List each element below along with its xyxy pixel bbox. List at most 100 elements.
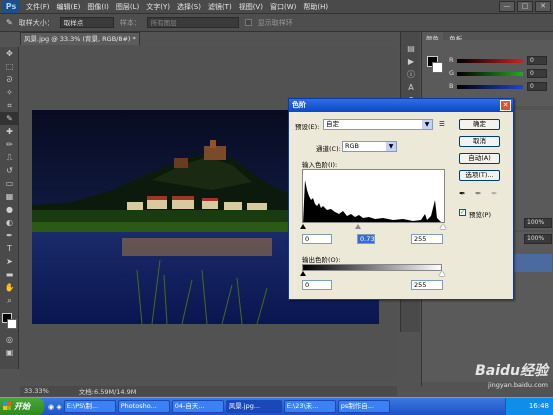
slider-g-track[interactable] bbox=[457, 72, 523, 76]
history-brush-icon[interactable]: ↺ bbox=[0, 164, 19, 177]
slider-b-value[interactable]: 0 bbox=[527, 82, 547, 91]
gradient-tool-icon[interactable]: ▦ bbox=[0, 190, 19, 203]
start-button[interactable]: 开始 bbox=[0, 398, 44, 415]
menu-edit[interactable]: 编辑(E) bbox=[57, 2, 81, 12]
taskbar: 开始 ◉ ◈ E:\PS\制... Photosho... 04-自天... 风… bbox=[0, 397, 553, 415]
gray-eyedropper-icon[interactable]: ✒ bbox=[475, 189, 482, 198]
options-button[interactable]: 选项(T)... bbox=[459, 170, 500, 181]
output-black-slider[interactable] bbox=[300, 271, 306, 276]
slider-g-label: G bbox=[449, 69, 455, 77]
slider-g[interactable]: G 0 bbox=[449, 69, 549, 79]
sample-layers-select[interactable]: 所有图层 bbox=[146, 17, 239, 28]
eyedropper-icon[interactable]: ✎ bbox=[0, 112, 19, 125]
menu-file[interactable]: 文件(F) bbox=[26, 2, 50, 12]
slider-b[interactable]: B 0 bbox=[449, 82, 549, 92]
background-color-swatch[interactable] bbox=[7, 319, 17, 329]
type-tool-icon[interactable]: T bbox=[0, 242, 19, 255]
taskbar-item[interactable]: E:\PS\制... bbox=[63, 400, 116, 413]
input-gamma-slider[interactable] bbox=[355, 224, 361, 229]
marquee-tool-icon[interactable]: ⬚ bbox=[0, 60, 19, 73]
white-eyedropper-icon[interactable]: ✒ bbox=[491, 189, 498, 198]
document-tab[interactable]: 风景.jpg @ 33.3% (背景, RGB/8#) * × bbox=[20, 32, 140, 45]
ok-button[interactable]: 确定 bbox=[459, 119, 500, 130]
output-black-field[interactable]: 0 bbox=[302, 280, 332, 290]
brush-tool-icon[interactable]: ✏ bbox=[0, 138, 19, 151]
taskbar-item[interactable]: Photosho... bbox=[117, 400, 170, 413]
input-white-slider[interactable] bbox=[440, 224, 446, 229]
chevron-down-icon: ▼ bbox=[422, 120, 432, 129]
channel-value: RGB bbox=[345, 142, 360, 150]
input-gamma-field[interactable]: 0.73 bbox=[357, 234, 375, 244]
clock[interactable]: 16:48 bbox=[529, 402, 549, 410]
pen-tool-icon[interactable]: ✒ bbox=[0, 229, 19, 242]
slider-b-track[interactable] bbox=[457, 85, 523, 89]
menu-image[interactable]: 图像(I) bbox=[87, 2, 109, 12]
slider-r-value[interactable]: 0 bbox=[527, 56, 547, 65]
preview-checkbox[interactable]: ✓ bbox=[459, 209, 466, 216]
output-white-slider[interactable] bbox=[439, 271, 445, 276]
black-eyedropper-icon[interactable]: ✒ bbox=[459, 189, 466, 198]
screen-mode-icon[interactable]: ▣ bbox=[0, 346, 19, 359]
blur-tool-icon[interactable]: ● bbox=[0, 203, 19, 216]
eyedropper-tool-icon[interactable]: ✎ bbox=[6, 18, 13, 27]
menu-filter[interactable]: 滤镜(T) bbox=[208, 2, 232, 12]
fill-field[interactable]: 100% bbox=[524, 234, 552, 244]
taskbar-item[interactable]: E:\23\未... bbox=[283, 400, 336, 413]
taskbar-item-active[interactable]: 风景.jpg... bbox=[225, 400, 282, 413]
dialog-title: 色阶 bbox=[289, 99, 513, 112]
history-panel-icon[interactable]: ▤ bbox=[401, 42, 421, 55]
quick-mask-icon[interactable]: ◎ bbox=[0, 333, 19, 346]
cancel-button[interactable]: 取消 bbox=[459, 136, 500, 147]
slider-g-value[interactable]: 0 bbox=[527, 69, 547, 78]
color-swatches[interactable] bbox=[0, 311, 18, 333]
menu-help[interactable]: 帮助(H) bbox=[303, 2, 328, 12]
dialog-close-button[interactable]: ✕ bbox=[500, 100, 511, 111]
actions-panel-icon[interactable]: ▶ bbox=[401, 55, 421, 68]
maximize-button[interactable]: □ bbox=[517, 1, 533, 12]
move-tool-icon[interactable]: ✥ bbox=[0, 47, 19, 60]
start-label: 开始 bbox=[14, 402, 30, 411]
close-button[interactable]: ✕ bbox=[535, 1, 551, 12]
input-black-field[interactable]: 0 bbox=[302, 234, 332, 244]
show-ring-checkbox[interactable] bbox=[244, 19, 252, 26]
output-white-field[interactable]: 255 bbox=[411, 280, 443, 290]
menu-layer[interactable]: 图层(L) bbox=[116, 2, 139, 12]
hand-tool-icon[interactable]: ✋ bbox=[0, 281, 19, 294]
lasso-tool-icon[interactable]: ᘐ bbox=[0, 73, 19, 86]
preset-options-icon[interactable]: ☰ bbox=[439, 120, 445, 128]
opacity-field[interactable]: 100% bbox=[524, 218, 552, 228]
clone-stamp-icon[interactable]: ⎍ bbox=[0, 151, 19, 164]
minimize-button[interactable]: — bbox=[499, 1, 515, 12]
slider-b-label: B bbox=[449, 82, 454, 90]
quick-launch-icons[interactable]: ◉ ◈ bbox=[48, 403, 62, 411]
preset-select[interactable]: 自定 ▼ bbox=[323, 119, 433, 130]
input-black-slider[interactable] bbox=[300, 224, 306, 229]
menu-type[interactable]: 文字(Y) bbox=[146, 2, 170, 12]
character-panel-icon[interactable]: A bbox=[401, 81, 421, 94]
zoom-tool-icon[interactable]: ⌕ bbox=[0, 294, 19, 307]
shape-tool-icon[interactable]: ▬ bbox=[0, 268, 19, 281]
taskbar-item[interactable]: ps制作自... bbox=[337, 400, 390, 413]
slider-r-label: R bbox=[449, 56, 454, 64]
watermark-brand: Baidu经验 bbox=[475, 363, 548, 379]
panel-background-swatch[interactable] bbox=[432, 62, 443, 73]
sample-size-select[interactable]: 取样点 bbox=[59, 17, 114, 28]
eraser-tool-icon[interactable]: ▭ bbox=[0, 177, 19, 190]
zoom-level[interactable]: 33.33% bbox=[24, 387, 49, 395]
taskbar-item[interactable]: 04-自天... bbox=[171, 400, 224, 413]
input-white-field[interactable]: 255 bbox=[411, 234, 443, 244]
menu-select[interactable]: 选择(S) bbox=[177, 2, 201, 12]
dodge-tool-icon[interactable]: ◐ bbox=[0, 216, 19, 229]
crop-tool-icon[interactable]: ⌗ bbox=[0, 99, 19, 112]
quick-select-tool-icon[interactable]: ✧ bbox=[0, 86, 19, 99]
input-levels-label: 输入色阶(I): bbox=[302, 161, 338, 169]
menu-view[interactable]: 视图(V) bbox=[239, 2, 263, 12]
slider-r[interactable]: R 0 bbox=[449, 56, 549, 66]
menu-window[interactable]: 窗口(W) bbox=[270, 2, 296, 12]
path-select-icon[interactable]: ➤ bbox=[0, 255, 19, 268]
info-panel-icon[interactable]: ⓘ bbox=[401, 68, 421, 81]
auto-button[interactable]: 自动(A) bbox=[459, 153, 500, 164]
healing-brush-icon[interactable]: ✚ bbox=[0, 125, 19, 138]
slider-r-track[interactable] bbox=[457, 59, 523, 63]
channel-select[interactable]: RGB ▼ bbox=[342, 141, 397, 152]
